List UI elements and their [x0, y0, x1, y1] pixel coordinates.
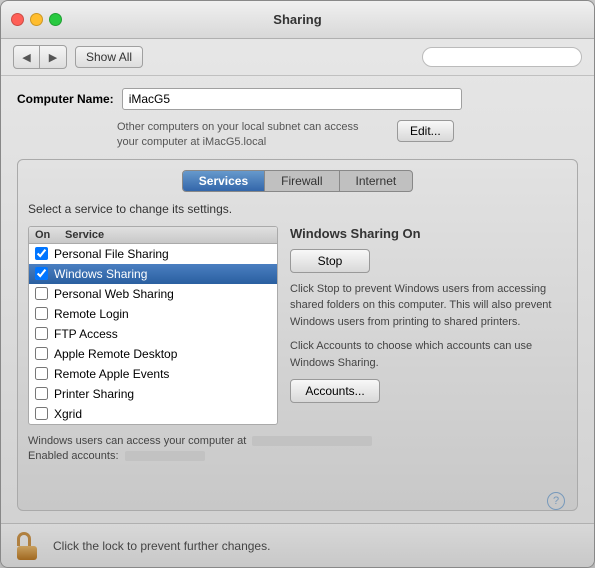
- service-name: Xgrid: [54, 407, 82, 421]
- services-layout: On Service Personal File Sharing Windows…: [28, 226, 567, 425]
- tab-internet[interactable]: Internet: [340, 171, 413, 191]
- col-service-header: Service: [65, 229, 271, 241]
- bottom-status: Windows users can access your computer a…: [28, 431, 567, 466]
- list-item[interactable]: Remote Apple Events: [29, 364, 277, 384]
- service-checkbox-ftp[interactable]: [35, 327, 48, 340]
- nav-forward-button[interactable]: ▶: [40, 46, 66, 68]
- maximize-button[interactable]: [49, 13, 62, 26]
- service-checkbox-remote-login[interactable]: [35, 307, 48, 320]
- service-name: Printer Sharing: [54, 387, 134, 401]
- select-instruction: Select a service to change its settings.: [28, 202, 567, 216]
- list-item[interactable]: Apple Remote Desktop: [29, 344, 277, 364]
- footer-text: Click the lock to prevent further change…: [53, 539, 270, 553]
- enabled-accounts-text: Enabled accounts:: [28, 450, 119, 462]
- help-icon[interactable]: ?: [547, 492, 565, 510]
- service-name: Windows Sharing: [54, 267, 147, 281]
- service-name: Apple Remote Desktop: [54, 347, 177, 361]
- list-item[interactable]: Windows Sharing: [29, 264, 277, 284]
- service-checkbox-printer-sharing[interactable]: [35, 387, 48, 400]
- computer-name-row: Computer Name:: [17, 88, 578, 110]
- service-checkbox-windows-sharing[interactable]: [35, 267, 48, 280]
- nav-back-button[interactable]: ◀: [14, 46, 40, 68]
- lock-shackle: [17, 532, 31, 546]
- accounts-button[interactable]: Accounts...: [290, 379, 380, 403]
- panel: Services Firewall Internet Select a serv…: [17, 159, 578, 511]
- stop-button[interactable]: Stop: [290, 249, 370, 273]
- list-item[interactable]: Personal File Sharing: [29, 244, 277, 264]
- nav-buttons: ◀ ▶: [13, 45, 67, 69]
- toolbar: ◀ ▶ Show All: [1, 39, 594, 76]
- service-checkbox-apple-remote-desktop[interactable]: [35, 347, 48, 360]
- computer-name-label: Computer Name:: [17, 92, 114, 106]
- service-desc-1: Click Stop to prevent Windows users from…: [290, 281, 567, 331]
- enabled-accounts-row: Enabled accounts:: [28, 450, 567, 462]
- search-input[interactable]: [422, 47, 582, 67]
- computer-name-sub: Other computers on your local subnet can…: [117, 120, 578, 151]
- service-checkbox-personal-web-sharing[interactable]: [35, 287, 48, 300]
- footer: Click the lock to prevent further change…: [1, 523, 594, 567]
- access-status-row: Windows users can access your computer a…: [28, 435, 567, 447]
- list-item[interactable]: Printer Sharing: [29, 384, 277, 404]
- window: Sharing ◀ ▶ Show All Computer Name: Othe…: [0, 0, 595, 568]
- computer-name-input[interactable]: [122, 88, 462, 110]
- col-on-header: On: [35, 229, 65, 241]
- enabled-accounts-blur: [125, 451, 205, 461]
- list-item[interactable]: FTP Access: [29, 324, 277, 344]
- services-list-header: On Service: [29, 227, 277, 244]
- traffic-lights: [11, 13, 62, 26]
- tab-services[interactable]: Services: [183, 171, 265, 191]
- service-checkbox-xgrid[interactable]: [35, 407, 48, 420]
- service-name: Remote Login: [54, 307, 129, 321]
- show-all-button[interactable]: Show All: [75, 46, 143, 68]
- access-address-blur: [252, 436, 372, 446]
- list-item[interactable]: Xgrid: [29, 404, 277, 424]
- list-item[interactable]: Personal Web Sharing: [29, 284, 277, 304]
- computer-name-desc: Other computers on your local subnet can…: [117, 120, 377, 151]
- services-list: On Service Personal File Sharing Windows…: [28, 226, 278, 425]
- access-text: Windows users can access your computer a…: [28, 435, 246, 447]
- edit-button[interactable]: Edit...: [397, 120, 454, 142]
- minimize-button[interactable]: [30, 13, 43, 26]
- service-status-title: Windows Sharing On: [290, 226, 567, 241]
- lock-icon[interactable]: [17, 532, 43, 560]
- service-checkbox-personal-file-sharing[interactable]: [35, 247, 48, 260]
- tab-firewall[interactable]: Firewall: [265, 171, 339, 191]
- service-checkbox-remote-apple-events[interactable]: [35, 367, 48, 380]
- tab-group: Services Firewall Internet: [182, 170, 413, 192]
- service-desc-2: Click Accounts to choose which accounts …: [290, 338, 567, 371]
- window-title: Sharing: [273, 12, 321, 27]
- service-name: FTP Access: [54, 327, 118, 341]
- titlebar: Sharing: [1, 1, 594, 39]
- lock-body: [17, 546, 37, 560]
- service-name: Remote Apple Events: [54, 367, 169, 381]
- tabs: Services Firewall Internet: [28, 170, 567, 192]
- tab-content: Select a service to change its settings.…: [28, 202, 567, 466]
- service-name: Personal Web Sharing: [54, 287, 174, 301]
- close-button[interactable]: [11, 13, 24, 26]
- main-content: Computer Name: Other computers on your l…: [1, 76, 594, 523]
- service-detail: Windows Sharing On Stop Click Stop to pr…: [290, 226, 567, 425]
- list-item[interactable]: Remote Login: [29, 304, 277, 324]
- service-name: Personal File Sharing: [54, 247, 169, 261]
